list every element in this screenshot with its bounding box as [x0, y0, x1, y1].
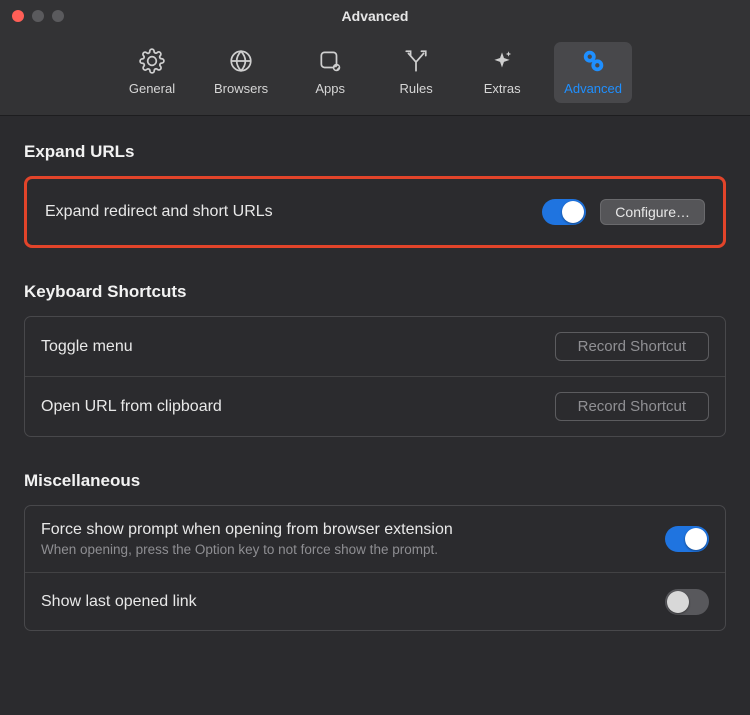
tab-label: Extras — [484, 81, 521, 96]
section-title-expand-urls: Expand URLs — [24, 142, 726, 162]
tab-apps[interactable]: Apps — [296, 42, 364, 103]
titlebar: Advanced — [0, 0, 750, 32]
maximize-window-button[interactable] — [52, 10, 64, 22]
close-window-button[interactable] — [12, 10, 24, 22]
tab-advanced[interactable]: Advanced — [554, 42, 632, 103]
tab-label: Advanced — [564, 81, 622, 96]
toggle-show-last-opened[interactable] — [665, 589, 709, 615]
row-sublabel: When opening, press the Option key to no… — [41, 542, 453, 557]
tab-extras[interactable]: Extras — [468, 42, 536, 103]
globe-icon — [227, 47, 255, 75]
toggle-expand-redirect[interactable] — [542, 199, 586, 225]
record-shortcut-button[interactable]: Record Shortcut — [555, 332, 709, 361]
row-label: Show last opened link — [41, 593, 197, 611]
row-toggle-menu: Toggle menu Record Shortcut — [25, 317, 725, 376]
sparkle-icon — [488, 47, 516, 75]
tab-label: Apps — [315, 81, 345, 96]
double-gear-icon — [579, 47, 607, 75]
section-title-shortcuts: Keyboard Shortcuts — [24, 282, 726, 302]
panel-shortcuts: Toggle menu Record Shortcut Open URL fro… — [24, 316, 726, 437]
content-area: Expand URLs Expand redirect and short UR… — [0, 116, 750, 631]
tab-browsers[interactable]: Browsers — [204, 42, 278, 103]
window-title: Advanced — [342, 8, 409, 24]
toggle-force-show-prompt[interactable] — [665, 526, 709, 552]
section-title-misc: Miscellaneous — [24, 471, 726, 491]
minimize-window-button[interactable] — [32, 10, 44, 22]
row-show-last-opened: Show last opened link — [25, 572, 725, 630]
toolbar-tabs: General Browsers Apps Rules Extras — [0, 32, 750, 116]
traffic-lights — [12, 10, 64, 22]
tab-general[interactable]: General — [118, 42, 186, 103]
row-label: Open URL from clipboard — [41, 398, 222, 416]
panel-misc: Force show prompt when opening from brow… — [24, 505, 726, 631]
highlight-expand-urls: Expand redirect and short URLs Configure… — [24, 176, 726, 248]
panel-expand-urls: Expand redirect and short URLs Configure… — [29, 181, 721, 243]
tab-label: Browsers — [214, 81, 268, 96]
gear-icon — [138, 47, 166, 75]
tab-label: Rules — [400, 81, 433, 96]
tab-rules[interactable]: Rules — [382, 42, 450, 103]
record-shortcut-button[interactable]: Record Shortcut — [555, 392, 709, 421]
tab-label: General — [129, 81, 175, 96]
row-label: Toggle menu — [41, 338, 133, 356]
split-icon — [402, 47, 430, 75]
configure-button[interactable]: Configure… — [600, 199, 705, 225]
row-label: Expand redirect and short URLs — [45, 203, 273, 221]
row-expand-redirect: Expand redirect and short URLs Configure… — [29, 181, 721, 243]
row-force-show-prompt: Force show prompt when opening from brow… — [25, 506, 725, 572]
apps-icon — [316, 47, 344, 75]
row-open-url-clipboard: Open URL from clipboard Record Shortcut — [25, 376, 725, 436]
row-label: Force show prompt when opening from brow… — [41, 521, 453, 539]
